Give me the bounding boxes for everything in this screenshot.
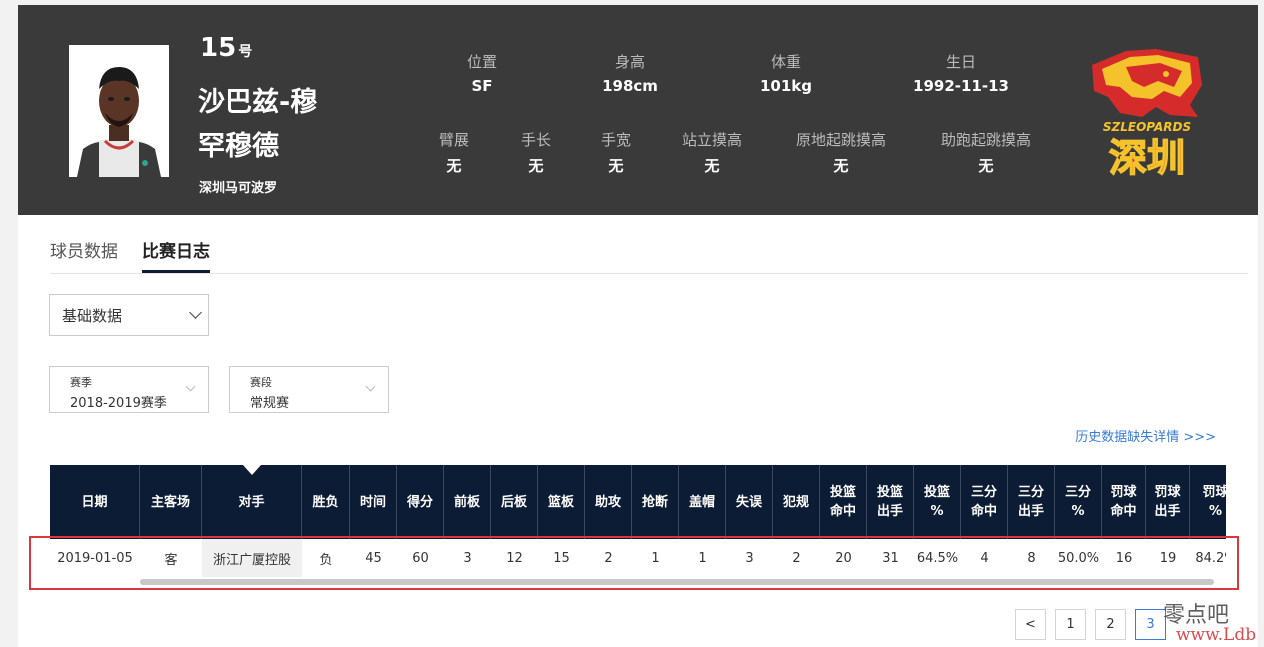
column-header[interactable]: 抢断 — [632, 465, 679, 539]
jersey-number: 15 号 — [200, 33, 253, 63]
stat-hand-length: 手长 无 — [506, 129, 566, 176]
stat-label: 位置 — [466, 53, 497, 71]
stat-value: SF — [471, 77, 493, 95]
column-header[interactable]: 时间 — [350, 465, 397, 539]
history-missing-link[interactable]: 历史数据缺失详情 >>> — [1075, 426, 1216, 445]
column-header[interactable]: 篮板 — [538, 465, 585, 539]
column-header[interactable]: 罚球 出手 — [1146, 465, 1190, 539]
column-header[interactable]: 对手 — [202, 465, 302, 539]
player-team: 深圳马可波罗 — [199, 181, 278, 196]
stat-value: 198cm — [602, 77, 658, 95]
page-button-3[interactable]: 3 — [1135, 609, 1166, 640]
highlight-box — [29, 536, 1239, 590]
stat-value: 无 — [528, 157, 544, 175]
column-header[interactable]: 投篮 命中 — [820, 465, 867, 539]
chevron-down-icon — [189, 306, 202, 319]
stat-position: 位置 SF — [450, 51, 514, 95]
season-select-value: 2018-2019赛季 — [70, 396, 167, 411]
stage-select-value: 常规赛 — [250, 396, 290, 411]
column-header[interactable]: 日期 — [50, 465, 140, 539]
stage-select[interactable]: 赛段 常规赛 — [229, 366, 389, 413]
season-select-label: 赛季 — [70, 376, 92, 389]
player-header: 15 号 沙巴兹-穆罕穆德 深圳马可波罗 位置 SF 身高 198cm 体重 10… — [18, 5, 1258, 215]
column-header[interactable]: 罚球 命中 — [1102, 465, 1146, 539]
logo-text-main: 深圳 — [1109, 136, 1185, 177]
stat-label: 手宽 — [600, 131, 631, 149]
column-header[interactable]: 主客场 — [140, 465, 202, 539]
stat-label: 生日 — [945, 53, 976, 71]
stat-value: 无 — [608, 157, 624, 175]
stat-weight: 体重 101kg — [746, 51, 826, 95]
player-photo — [69, 45, 169, 177]
stat-value: 无 — [446, 157, 462, 175]
stat-value: 无 — [704, 157, 720, 175]
column-header[interactable]: 三分 % — [1055, 465, 1102, 539]
stat-label: 臂展 — [438, 131, 469, 149]
stat-value: 无 — [978, 157, 994, 175]
column-header[interactable]: 得分 — [397, 465, 444, 539]
stage-select-label: 赛段 — [250, 376, 272, 389]
column-header[interactable]: 罚球 % — [1190, 465, 1226, 539]
team-logo: SZLEOPARDS 深圳 — [1086, 47, 1208, 181]
stat-value: 无 — [833, 157, 849, 175]
player-name: 沙巴兹-穆罕穆德 — [198, 87, 318, 162]
page: 15 号 沙巴兹-穆罕穆德 深圳马可波罗 位置 SF 身高 198cm 体重 10… — [18, 5, 1258, 647]
stat-standing-vertical: 原地起跳摸高 无 — [782, 129, 900, 176]
stat-running-vertical: 助跑起跳摸高 无 — [926, 129, 1046, 176]
tab-bar: 球员数据 比赛日志 — [50, 237, 1248, 274]
column-header[interactable]: 投篮 出手 — [867, 465, 914, 539]
page-button-1[interactable]: 1 — [1055, 609, 1086, 640]
column-header[interactable]: 盖帽 — [679, 465, 726, 539]
page-button-2[interactable]: 2 — [1095, 609, 1126, 640]
tab-player-data[interactable]: 球员数据 — [50, 237, 118, 270]
stat-value: 101kg — [759, 77, 813, 95]
stat-hand-width: 手宽 无 — [586, 129, 646, 176]
table-header: 日期 主客场 对手 胜负 时间 得分 前板 后板 篮板 助攻 抢断 盖帽 失误 犯规 投篮 命中 投篮 出手投… — [50, 465, 1226, 539]
chevron-down-icon — [185, 381, 196, 392]
sort-indicator-icon — [243, 465, 261, 475]
data-type-select[interactable]: 基础数据 — [49, 294, 209, 336]
column-header[interactable]: 犯规 — [773, 465, 820, 539]
stat-label: 体重 — [770, 53, 801, 71]
stat-label: 原地起跳摸高 — [795, 131, 886, 149]
data-type-select-value: 基础数据 — [62, 307, 123, 325]
prev-page-button[interactable]: < — [1015, 609, 1046, 640]
stat-standing-reach: 站立摸高 无 — [670, 129, 754, 176]
column-header[interactable]: 投篮 % — [914, 465, 961, 539]
column-header[interactable]: 三分 命中 — [961, 465, 1008, 539]
column-header[interactable]: 助攻 — [585, 465, 632, 539]
column-header[interactable]: 胜负 — [302, 465, 350, 539]
stat-value: 1992-11-13 — [913, 77, 1009, 95]
stat-label: 手长 — [520, 131, 551, 149]
stat-label: 助跑起跳摸高 — [940, 131, 1031, 149]
stat-birthday: 生日 1992-11-13 — [898, 51, 1024, 95]
stat-label: 站立摸高 — [681, 131, 742, 149]
stat-wingspan: 臂展 无 — [424, 129, 484, 176]
stat-label: 身高 — [614, 53, 645, 71]
season-select[interactable]: 赛季 2018-2019赛季 — [49, 366, 209, 413]
chevron-down-icon — [365, 381, 376, 392]
stat-height: 身高 198cm — [590, 51, 670, 95]
tab-game-log[interactable]: 比赛日志 — [142, 237, 210, 273]
watermark-url: www.Ldb.cc — [1176, 625, 1258, 645]
column-header[interactable]: 前板 — [444, 465, 491, 539]
column-header[interactable]: 失误 — [726, 465, 773, 539]
column-header[interactable]: 三分 出手 — [1008, 465, 1055, 539]
column-header[interactable]: 后板 — [491, 465, 538, 539]
logo-text-top: SZLEOPARDS — [1103, 120, 1191, 134]
